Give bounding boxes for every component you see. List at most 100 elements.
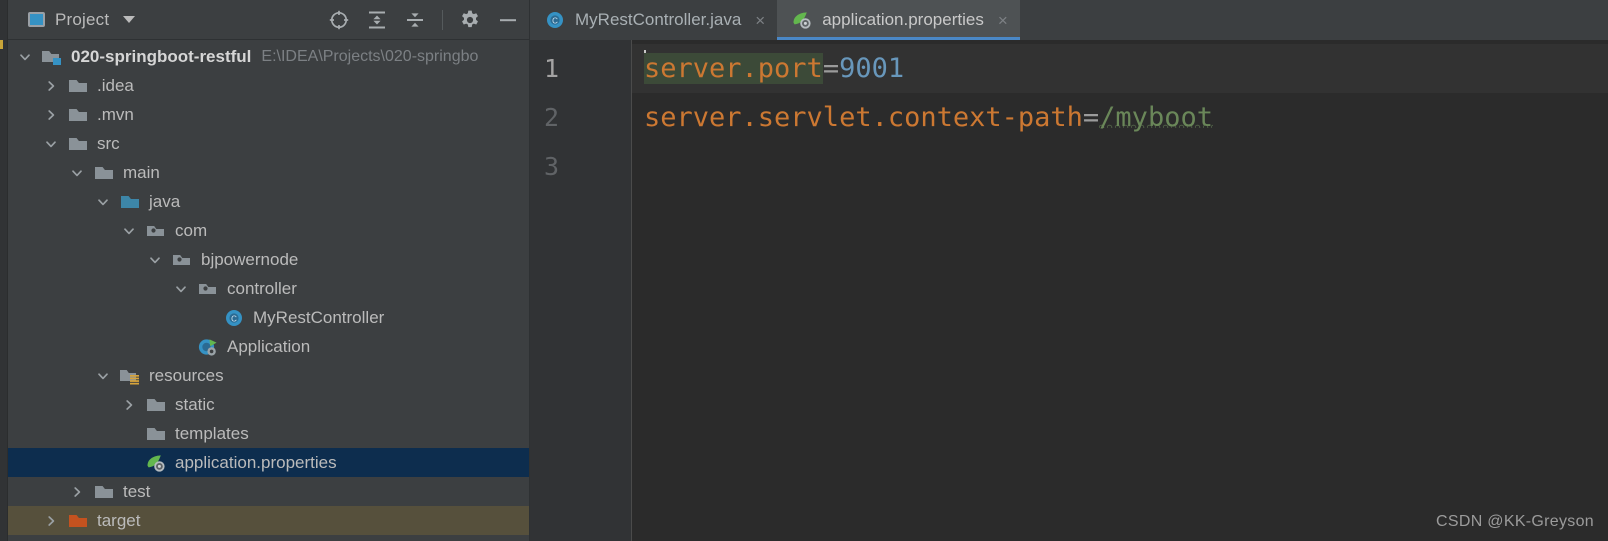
editor-tab-label: application.properties	[822, 10, 984, 29]
tree-row[interactable]: .mvn	[8, 100, 529, 129]
editor-tab[interactable]: application.properties ×	[777, 0, 1020, 40]
close-icon[interactable]: ×	[755, 12, 765, 29]
chevron-down-icon[interactable]	[70, 166, 84, 180]
resources-root-folder-icon	[120, 369, 139, 384]
locate-in-tree-icon[interactable]	[328, 9, 350, 31]
chevron-right-icon[interactable]	[44, 514, 58, 528]
folder-icon	[69, 79, 87, 92]
folder-icon	[69, 108, 87, 121]
project-tree: 020-springboot-restful E:\IDEA\Projects\0…	[8, 40, 529, 535]
project-tool-window: Project 020-springboot-restful E:\IDEA\P…	[8, 0, 530, 541]
minimize-icon[interactable]	[497, 9, 519, 31]
idea-window: Project 020-springboot-restful E:\IDEA\P…	[0, 0, 1608, 541]
tree-row-label: .idea	[97, 75, 134, 95]
tree-row-label: main	[123, 162, 160, 182]
project-panel-header: Project	[8, 0, 529, 40]
tree-row-label: application.properties	[175, 452, 337, 472]
editor-tab-label: MyRestController.java	[575, 10, 742, 29]
chevron-right-icon[interactable]	[44, 79, 58, 93]
tree-row[interactable]: application.properties	[8, 448, 529, 477]
code-line[interactable]: server.port=9001	[632, 44, 1608, 93]
code-token: server.port	[644, 53, 823, 84]
vcs-change-marker	[0, 40, 3, 49]
tree-row[interactable]: Application	[8, 332, 529, 361]
watermark-text: CSDN @KK-Greyson	[1436, 513, 1594, 530]
tree-row[interactable]: java	[8, 187, 529, 216]
chevron-right-icon[interactable]	[122, 398, 136, 412]
tree-row[interactable]: com	[8, 216, 529, 245]
excluded-folder-icon	[69, 514, 87, 527]
code-area: 1 2 3 server.port=9001 server.servlet.conte…	[530, 40, 1608, 541]
tree-row[interactable]: test	[8, 477, 529, 506]
svg-text:C: C	[552, 17, 558, 26]
gear-icon[interactable]	[459, 9, 481, 31]
tree-row[interactable]: controller	[8, 274, 529, 303]
code-lines[interactable]: server.port=9001 server.servlet.context-p…	[632, 40, 1608, 541]
chevron-down-icon[interactable]	[96, 195, 110, 209]
module-folder-icon	[42, 50, 61, 65]
tree-row[interactable]: 020-springboot-restful E:\IDEA\Projects\0…	[8, 42, 529, 71]
chevron-down-icon[interactable]	[148, 253, 162, 267]
folder-icon	[95, 166, 113, 179]
tree-row[interactable]: main	[8, 158, 529, 187]
folder-icon	[147, 398, 165, 411]
chevron-down-icon[interactable]	[44, 137, 58, 151]
project-window-icon	[28, 12, 45, 27]
java-class-icon: C	[226, 309, 242, 326]
tree-row[interactable]: resources	[8, 361, 529, 390]
code-token: =	[822, 53, 840, 84]
editor-tab[interactable]: C MyRestController.java ×	[530, 0, 777, 40]
tree-row-label: MyRestController	[253, 307, 385, 327]
source-root-folder-icon	[121, 195, 139, 208]
tree-row-label: 020-springboot-restful	[71, 46, 252, 66]
tree-row-label: java	[149, 191, 181, 211]
tree-row-label: resources	[149, 365, 224, 385]
tree-row[interactable]: .idea	[8, 71, 529, 100]
chevron-down-icon[interactable]	[174, 282, 188, 296]
tree-row[interactable]: bjpowernode	[8, 245, 529, 274]
tree-row[interactable]: templates	[8, 419, 529, 448]
tree-row[interactable]: C MyRestController	[8, 303, 529, 332]
java-class-icon: C	[547, 12, 563, 28]
line-number: 3	[544, 152, 560, 181]
code-line[interactable]: server.servlet.context-path=/myboot	[632, 93, 1608, 142]
tree-row-label: controller	[227, 278, 297, 298]
chevron-down-icon[interactable]	[96, 369, 110, 383]
toolbar-divider	[442, 9, 443, 30]
chevron-down-icon[interactable]	[123, 16, 136, 23]
code-token: =	[1082, 102, 1100, 133]
svg-text:C: C	[231, 314, 237, 323]
package-icon	[199, 283, 216, 294]
tree-row-label: .mvn	[97, 104, 134, 124]
code-token: /myboot	[1099, 102, 1213, 133]
spring-boot-class-icon	[198, 338, 217, 356]
line-number: 2	[544, 103, 560, 132]
chevron-right-icon[interactable]	[44, 108, 58, 122]
folder-icon	[69, 137, 87, 150]
project-panel-toolbar	[328, 9, 519, 31]
tree-row[interactable]: target	[8, 506, 529, 535]
close-icon[interactable]: ×	[998, 12, 1008, 29]
expand-all-icon[interactable]	[366, 9, 388, 31]
line-number: 1	[544, 54, 560, 83]
tree-row[interactable]: static	[8, 390, 529, 419]
chevron-right-icon[interactable]	[70, 485, 84, 499]
left-tool-stripe	[0, 0, 8, 541]
editor-pane: C MyRestController.java × application.prope…	[530, 0, 1608, 541]
spring-properties-icon	[793, 12, 811, 29]
package-icon	[147, 225, 164, 236]
tree-row-label: static	[175, 394, 215, 414]
tree-row-label: src	[97, 133, 120, 153]
package-icon	[173, 254, 190, 265]
code-line[interactable]	[632, 142, 1608, 191]
chevron-down-icon[interactable]	[122, 224, 136, 238]
spring-properties-icon	[147, 454, 165, 472]
collapse-all-icon[interactable]	[404, 9, 426, 31]
tree-row[interactable]: src	[8, 129, 529, 158]
tree-row-label: test	[123, 481, 151, 501]
tree-row-label: Application	[227, 336, 311, 356]
folder-icon	[95, 485, 113, 498]
folder-icon	[147, 427, 165, 440]
chevron-down-icon[interactable]	[18, 50, 32, 64]
tree-row-label: templates	[175, 423, 249, 443]
